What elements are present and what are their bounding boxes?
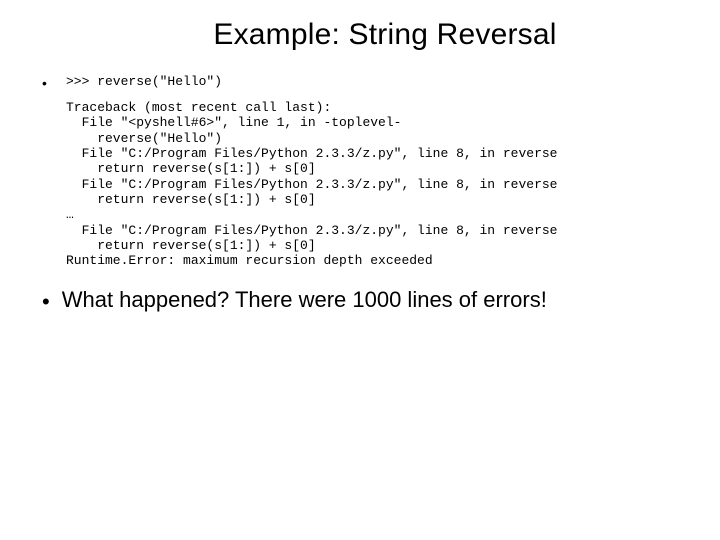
summary-bullet: • What happened? There were 1000 lines o…	[42, 287, 680, 313]
traceback-error: Runtime.Error: maximum recursion depth e…	[66, 253, 433, 268]
slide-title: Example: String Reversal	[40, 18, 680, 52]
traceback-line: return reverse(s[1:]) + s[0]	[66, 161, 316, 176]
traceback-line: File "<pyshell#6>", line 1, in -toplevel…	[66, 115, 401, 130]
traceback-line: return reverse(s[1:]) + s[0]	[66, 238, 316, 253]
traceback-line: File "C:/Program Files/Python 2.3.3/z.py…	[66, 223, 557, 238]
slide: Example: String Reversal • >>> reverse("…	[0, 0, 720, 540]
traceback-line: return reverse(s[1:]) + s[0]	[66, 192, 316, 207]
bullet-dot-icon: •	[42, 291, 50, 313]
repl-input: >>> reverse("Hello")	[66, 74, 222, 89]
code-bullet: • >>> reverse("Hello")	[42, 74, 680, 90]
traceback-line: File "C:/Program Files/Python 2.3.3/z.py…	[66, 177, 557, 192]
traceback-ellipsis: …	[66, 207, 74, 222]
traceback-line: reverse("Hello")	[66, 131, 222, 146]
traceback-block: Traceback (most recent call last): File …	[66, 100, 680, 269]
slide-content: • >>> reverse("Hello") Traceback (most r…	[42, 74, 680, 313]
traceback-header: Traceback (most recent call last):	[66, 100, 331, 115]
traceback-line: File "C:/Program Files/Python 2.3.3/z.py…	[66, 146, 557, 161]
summary-text: What happened? There were 1000 lines of …	[62, 287, 547, 313]
bullet-dot-icon: •	[42, 76, 48, 90]
